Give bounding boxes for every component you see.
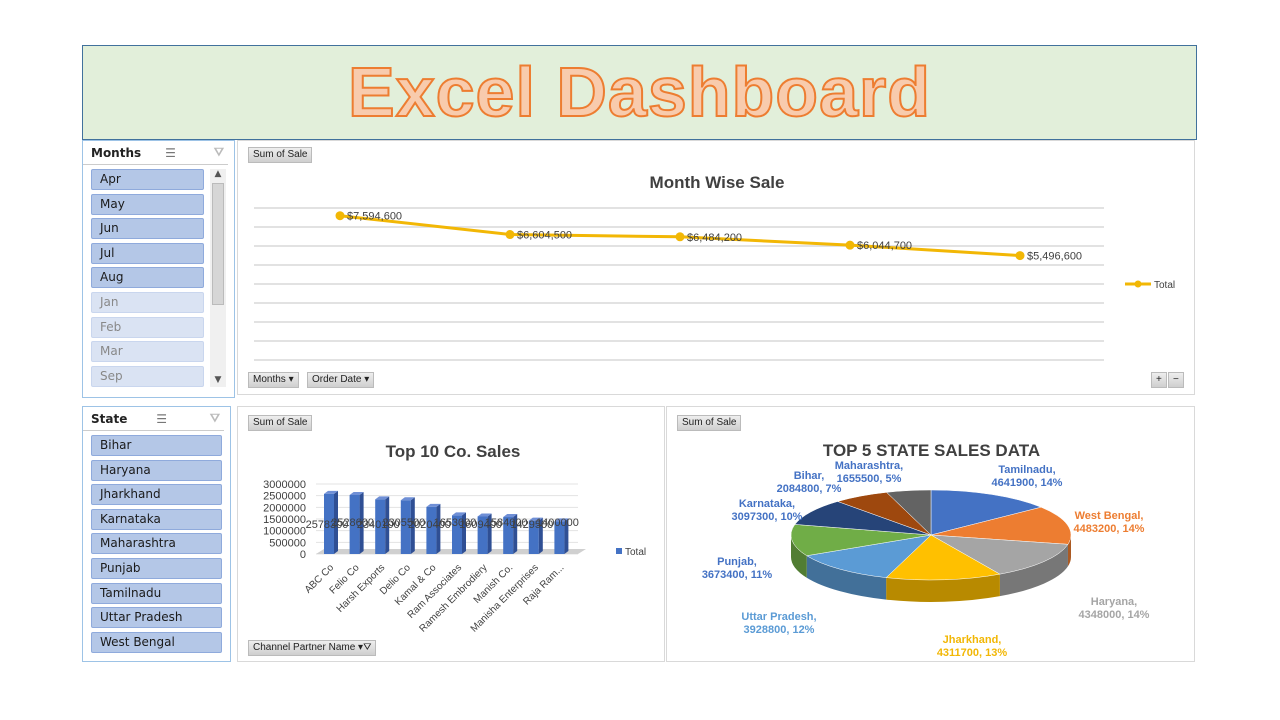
state-slicer-item[interactable]: Jharkhand (91, 484, 222, 506)
line-point (845, 240, 855, 250)
multi-select-icon[interactable]: ☰ (156, 412, 167, 426)
order-date-filter-button[interactable]: Order Date ▾ (307, 372, 375, 388)
months-slicer-item[interactable]: Sep (91, 365, 204, 387)
collapse-button[interactable]: − (1168, 372, 1184, 388)
state-slicer-item[interactable]: Karnataka (91, 508, 222, 530)
dashboard-banner: Excel Dashboard (82, 45, 1197, 140)
y-tick-label: 0 (300, 549, 306, 561)
months-filter-button[interactable]: Months ▾ (248, 372, 299, 388)
pie-label-name: Haryana, (1091, 596, 1137, 608)
line-data-label: $7,594,600 (347, 211, 402, 223)
pie-label-name: West Bengal, (1075, 510, 1144, 522)
scroll-up-icon[interactable]: ▲ (210, 169, 226, 179)
state-pie-panel: Sum of Sale TOP 5 STATE SALES DATA Tamil… (666, 406, 1195, 662)
pie-label-value: 4483200, 14% (1074, 523, 1145, 535)
month-wise-chart-panel: Sum of Sale Month Wise Sale $7,594,600 $6… (237, 140, 1195, 395)
y-tick-label: 2500000 (263, 491, 306, 503)
expand-button[interactable]: + (1151, 372, 1167, 388)
pie-label-value: 1655500, 5% (837, 473, 902, 485)
state-slicer: State ☰ ⛛ Bihar Haryana Jharkhand Karnataka Ma… (82, 406, 231, 662)
line-data-label: $6,044,700 (857, 240, 912, 252)
pie-label-name: Maharashtra, (835, 460, 903, 472)
months-slicer-title: Months (91, 145, 142, 160)
months-slicer: Months ☰ ⛛ Apr May Jun Jul Aug Jan Feb Mar Sep ▲ ▼ (82, 140, 235, 398)
pie-label-value: 3928800, 12% (744, 624, 815, 636)
months-slicer-header: Months ☰ ⛛ (83, 141, 228, 165)
y-tick-label: 1000000 (263, 526, 306, 538)
state-slicer-item[interactable]: Bihar (91, 435, 222, 456)
state-slicer-item[interactable]: Uttar Pradesh (91, 607, 222, 629)
line-point (1015, 251, 1025, 261)
months-slicer-item[interactable]: Jan (91, 291, 204, 313)
channel-partner-filter-button[interactable]: Channel Partner Name ▾⛛ (248, 640, 377, 656)
pie-label-value: 4641900, 14% (992, 477, 1063, 489)
pie-label-name: Punjab, (717, 556, 757, 568)
pie-label-value: 3673400, 11% (702, 569, 773, 581)
y-tick-label: 3000000 (263, 479, 306, 491)
line-data-label: $5,496,600 (1027, 251, 1082, 263)
pie-label-name: Uttar Pradesh, (741, 611, 816, 623)
line-chart: $7,594,600 $6,604,500 $6,484,200 $6,044,700… (254, 207, 1175, 361)
pie-data-label: Maharashtra,1655500, 5% (835, 460, 903, 485)
multi-select-icon[interactable]: ☰ (165, 146, 176, 160)
pie-label-value: 3097300, 10% (732, 511, 803, 523)
state-slicer-item[interactable]: Tamilnadu (91, 582, 222, 604)
pie-data-label: Punjab,3673400, 11% (702, 556, 773, 581)
pie-label-value: 2084800, 7% (777, 483, 842, 495)
legend-marker (616, 548, 622, 554)
months-slicer-item[interactable]: Jun (91, 218, 204, 240)
scroll-down-icon[interactable]: ▼ (210, 375, 226, 385)
pie-label-name: Tamilnadu, (998, 464, 1055, 476)
legend-marker (1134, 280, 1142, 288)
state-slicer-item[interactable]: Punjab (91, 557, 222, 579)
line-data-label: $6,484,200 (687, 232, 742, 244)
pie-data-label: Uttar Pradesh,3928800, 12% (741, 611, 816, 636)
legend-label: Total (625, 547, 646, 558)
pie-data-label: Karnataka,3097300, 10% (732, 498, 803, 523)
months-slicer-item[interactable]: Jul (91, 242, 204, 264)
pie-data-label: Bihar,2084800, 7% (777, 470, 842, 495)
clear-filter-icon[interactable]: ⛛ (214, 145, 224, 160)
pie-label-name: Karnataka, (739, 498, 795, 510)
clear-filter-icon[interactable]: ⛛ (210, 411, 220, 426)
line-point (675, 232, 685, 242)
months-slicer-item[interactable]: Mar (91, 341, 204, 363)
y-tick-label: 2000000 (263, 502, 306, 514)
pie-data-label: Jharkhand,4311700, 13% (937, 634, 1008, 659)
legend-label: Total (1154, 280, 1175, 291)
months-slicer-item[interactable]: Apr (91, 169, 204, 190)
dashboard-title: Excel Dashboard (347, 52, 931, 132)
state-slicer-item[interactable]: Maharashtra (91, 533, 222, 555)
top10-chart-panel: Sum of Sale Top 10 Co. Sales 3000000 2500… (237, 406, 665, 662)
state-slicer-title: State (91, 411, 128, 426)
bar-chart: 3000000250000020000001500000100000050000… (263, 479, 646, 635)
pie-label-name: Bihar, (794, 470, 825, 482)
bar-data-label: 1400000 (536, 517, 579, 529)
scroll-thumb[interactable] (212, 183, 224, 305)
months-slicer-item[interactable]: Feb (91, 316, 204, 338)
y-tick-label: 500000 (269, 537, 306, 549)
months-slicer-item[interactable]: Aug (91, 267, 204, 289)
line-data-label: $6,604,500 (517, 230, 572, 242)
state-slicer-item[interactable]: Haryana (91, 459, 222, 481)
pie-data-label: Haryana,4348000, 14% (1079, 596, 1150, 621)
pie-data-label: Tamilnadu,4641900, 14% (992, 464, 1063, 489)
line-point (505, 230, 515, 240)
months-scrollbar[interactable]: ▲ ▼ (210, 169, 226, 387)
state-slicer-header: State ☰ ⛛ (83, 407, 224, 431)
line-point (335, 211, 345, 221)
pie-label-name: Jharkhand, (943, 634, 1002, 646)
pie-chart: Tamilnadu,4641900, 14% West Bengal,448320… (702, 460, 1150, 659)
months-slicer-item[interactable]: May (91, 193, 204, 215)
state-slicer-item[interactable]: West Bengal (91, 631, 222, 653)
pie-label-value: 4311700, 13% (937, 647, 1008, 659)
y-tick-label: 1500000 (263, 514, 306, 526)
pie-label-value: 4348000, 14% (1079, 609, 1150, 621)
pie-data-label: West Bengal,4483200, 14% (1074, 510, 1145, 535)
